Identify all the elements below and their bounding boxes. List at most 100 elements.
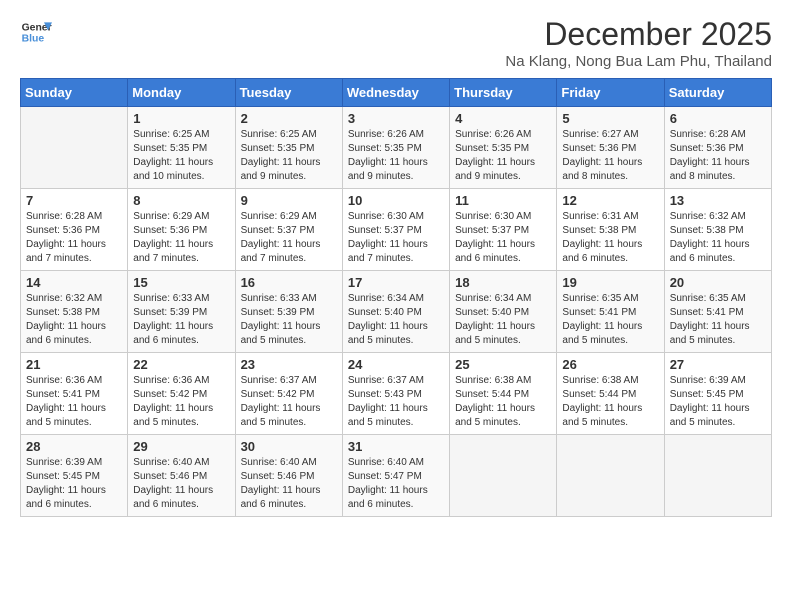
day-number: 4 — [455, 111, 551, 126]
day-info: Sunrise: 6:25 AMSunset: 5:35 PMDaylight:… — [241, 128, 337, 184]
day-number: 16 — [241, 275, 337, 290]
page-header: General Blue December 2025 Na Klang, Non… — [20, 16, 772, 70]
day-number: 9 — [241, 193, 337, 208]
day-info: Sunrise: 6:34 AMSunset: 5:40 PMDaylight:… — [455, 292, 551, 348]
day-info: Sunrise: 6:38 AMSunset: 5:44 PMDaylight:… — [562, 374, 658, 430]
calendar-cell: 13 Sunrise: 6:32 AMSunset: 5:38 PMDayligh… — [664, 189, 771, 271]
day-number: 24 — [348, 357, 444, 372]
day-number: 17 — [348, 275, 444, 290]
day-info: Sunrise: 6:34 AMSunset: 5:40 PMDaylight:… — [348, 292, 444, 348]
calendar-cell — [557, 435, 664, 517]
month-title: December 2025 — [505, 16, 772, 53]
calendar-cell: 14 Sunrise: 6:32 AMSunset: 5:38 PMDayligh… — [21, 271, 128, 353]
header-saturday: Saturday — [664, 79, 771, 107]
day-number: 30 — [241, 439, 337, 454]
day-info: Sunrise: 6:28 AMSunset: 5:36 PMDaylight:… — [670, 128, 766, 184]
calendar-cell: 7Sunrise: 6:28 AMSunset: 5:36 PMDaylight… — [21, 189, 128, 271]
location-title: Na Klang, Nong Bua Lam Phu, Thailand — [505, 53, 772, 70]
calendar-cell: 11 Sunrise: 6:30 AMSunset: 5:37 PMDayligh… — [450, 189, 557, 271]
day-info: Sunrise: 6:33 AMSunset: 5:39 PMDaylight:… — [241, 292, 337, 348]
calendar-cell: 27 Sunrise: 6:39 AMSunset: 5:45 PMDayligh… — [664, 353, 771, 435]
day-info: Sunrise: 6:38 AMSunset: 5:44 PMDaylight:… — [455, 374, 551, 430]
day-number: 23 — [241, 357, 337, 372]
calendar-cell: 10Sunrise: 6:30 AMSunset: 5:37 PMDayligh… — [342, 189, 449, 271]
day-info: Sunrise: 6:35 AMSunset: 5:41 PMDaylight:… — [670, 292, 766, 348]
day-info: Sunrise: 6:29 AMSunset: 5:37 PMDaylight:… — [241, 210, 337, 266]
header-wednesday: Wednesday — [342, 79, 449, 107]
day-number: 11 — [455, 193, 551, 208]
day-number: 13 — [670, 193, 766, 208]
day-number: 3 — [348, 111, 444, 126]
day-number: 12 — [562, 193, 658, 208]
calendar-week-5: 28 Sunrise: 6:39 AMSunset: 5:45 PMDayligh… — [21, 435, 772, 517]
day-info: Sunrise: 6:39 AMSunset: 5:45 PMDaylight:… — [670, 374, 766, 430]
calendar-week-2: 7Sunrise: 6:28 AMSunset: 5:36 PMDaylight… — [21, 189, 772, 271]
header-tuesday: Tuesday — [235, 79, 342, 107]
calendar-cell: 20 Sunrise: 6:35 AMSunset: 5:41 PMDayligh… — [664, 271, 771, 353]
calendar-cell: 2 Sunrise: 6:25 AMSunset: 5:35 PMDaylight… — [235, 107, 342, 189]
day-info: Sunrise: 6:37 AMSunset: 5:42 PMDaylight:… — [241, 374, 337, 430]
calendar-week-3: 14 Sunrise: 6:32 AMSunset: 5:38 PMDayligh… — [21, 271, 772, 353]
day-info: Sunrise: 6:32 AMSunset: 5:38 PMDaylight:… — [26, 292, 122, 348]
calendar-cell — [664, 435, 771, 517]
calendar-cell: 29 Sunrise: 6:40 AMSunset: 5:46 PMDayligh… — [128, 435, 235, 517]
day-number: 18 — [455, 275, 551, 290]
calendar-cell: 4 Sunrise: 6:26 AMSunset: 5:35 PMDaylight… — [450, 107, 557, 189]
title-block: December 2025 Na Klang, Nong Bua Lam Phu… — [505, 16, 772, 70]
calendar-cell: 12Sunrise: 6:31 AMSunset: 5:38 PMDayligh… — [557, 189, 664, 271]
day-number: 21 — [26, 357, 122, 372]
calendar-header-row: SundayMondayTuesdayWednesdayThursdayFrid… — [21, 79, 772, 107]
calendar-cell — [450, 435, 557, 517]
day-number: 29 — [133, 439, 229, 454]
day-info: Sunrise: 6:39 AMSunset: 5:45 PMDaylight:… — [26, 456, 122, 512]
calendar-cell: 5Sunrise: 6:27 AMSunset: 5:36 PMDaylight… — [557, 107, 664, 189]
day-info: Sunrise: 6:26 AMSunset: 5:35 PMDaylight:… — [348, 128, 444, 184]
day-number: 6 — [670, 111, 766, 126]
day-info: Sunrise: 6:29 AMSunset: 5:36 PMDaylight:… — [133, 210, 229, 266]
header-thursday: Thursday — [450, 79, 557, 107]
day-info: Sunrise: 6:36 AMSunset: 5:42 PMDaylight:… — [133, 374, 229, 430]
day-number: 15 — [133, 275, 229, 290]
calendar-cell — [21, 107, 128, 189]
day-info: Sunrise: 6:32 AMSunset: 5:38 PMDaylight:… — [670, 210, 766, 266]
day-number: 1 — [133, 111, 229, 126]
day-number: 19 — [562, 275, 658, 290]
day-number: 22 — [133, 357, 229, 372]
calendar-cell: 30 Sunrise: 6:40 AMSunset: 5:46 PMDayligh… — [235, 435, 342, 517]
calendar-cell: 28 Sunrise: 6:39 AMSunset: 5:45 PMDayligh… — [21, 435, 128, 517]
day-number: 25 — [455, 357, 551, 372]
day-info: Sunrise: 6:30 AMSunset: 5:37 PMDaylight:… — [455, 210, 551, 266]
header-friday: Friday — [557, 79, 664, 107]
day-info: Sunrise: 6:35 AMSunset: 5:41 PMDaylight:… — [562, 292, 658, 348]
calendar-table: SundayMondayTuesdayWednesdayThursdayFrid… — [20, 78, 772, 517]
calendar-cell: 6 Sunrise: 6:28 AMSunset: 5:36 PMDaylight… — [664, 107, 771, 189]
day-number: 27 — [670, 357, 766, 372]
day-info: Sunrise: 6:26 AMSunset: 5:35 PMDaylight:… — [455, 128, 551, 184]
day-number: 31 — [348, 439, 444, 454]
calendar-cell: 15 Sunrise: 6:33 AMSunset: 5:39 PMDayligh… — [128, 271, 235, 353]
calendar-cell: 17 Sunrise: 6:34 AMSunset: 5:40 PMDayligh… — [342, 271, 449, 353]
calendar-week-1: 1 Sunrise: 6:25 AMSunset: 5:35 PMDaylight… — [21, 107, 772, 189]
calendar-cell: 26Sunrise: 6:38 AMSunset: 5:44 PMDayligh… — [557, 353, 664, 435]
day-info: Sunrise: 6:33 AMSunset: 5:39 PMDaylight:… — [133, 292, 229, 348]
day-info: Sunrise: 6:40 AMSunset: 5:46 PMDaylight:… — [133, 456, 229, 512]
day-info: Sunrise: 6:25 AMSunset: 5:35 PMDaylight:… — [133, 128, 229, 184]
calendar-cell: 19 Sunrise: 6:35 AMSunset: 5:41 PMDayligh… — [557, 271, 664, 353]
calendar-cell: 23 Sunrise: 6:37 AMSunset: 5:42 PMDayligh… — [235, 353, 342, 435]
day-info: Sunrise: 6:37 AMSunset: 5:43 PMDaylight:… — [348, 374, 444, 430]
calendar-cell: 24 Sunrise: 6:37 AMSunset: 5:43 PMDayligh… — [342, 353, 449, 435]
day-info: Sunrise: 6:40 AMSunset: 5:47 PMDaylight:… — [348, 456, 444, 512]
day-info: Sunrise: 6:40 AMSunset: 5:46 PMDaylight:… — [241, 456, 337, 512]
day-number: 20 — [670, 275, 766, 290]
day-number: 14 — [26, 275, 122, 290]
day-info: Sunrise: 6:36 AMSunset: 5:41 PMDaylight:… — [26, 374, 122, 430]
day-number: 8 — [133, 193, 229, 208]
day-number: 2 — [241, 111, 337, 126]
logo-icon: General Blue — [20, 16, 52, 48]
calendar-cell: 1 Sunrise: 6:25 AMSunset: 5:35 PMDaylight… — [128, 107, 235, 189]
calendar-cell: 21 Sunrise: 6:36 AMSunset: 5:41 PMDayligh… — [21, 353, 128, 435]
day-number: 28 — [26, 439, 122, 454]
day-info: Sunrise: 6:28 AMSunset: 5:36 PMDaylight:… — [26, 210, 122, 266]
calendar-cell: 18 Sunrise: 6:34 AMSunset: 5:40 PMDayligh… — [450, 271, 557, 353]
day-number: 10 — [348, 193, 444, 208]
